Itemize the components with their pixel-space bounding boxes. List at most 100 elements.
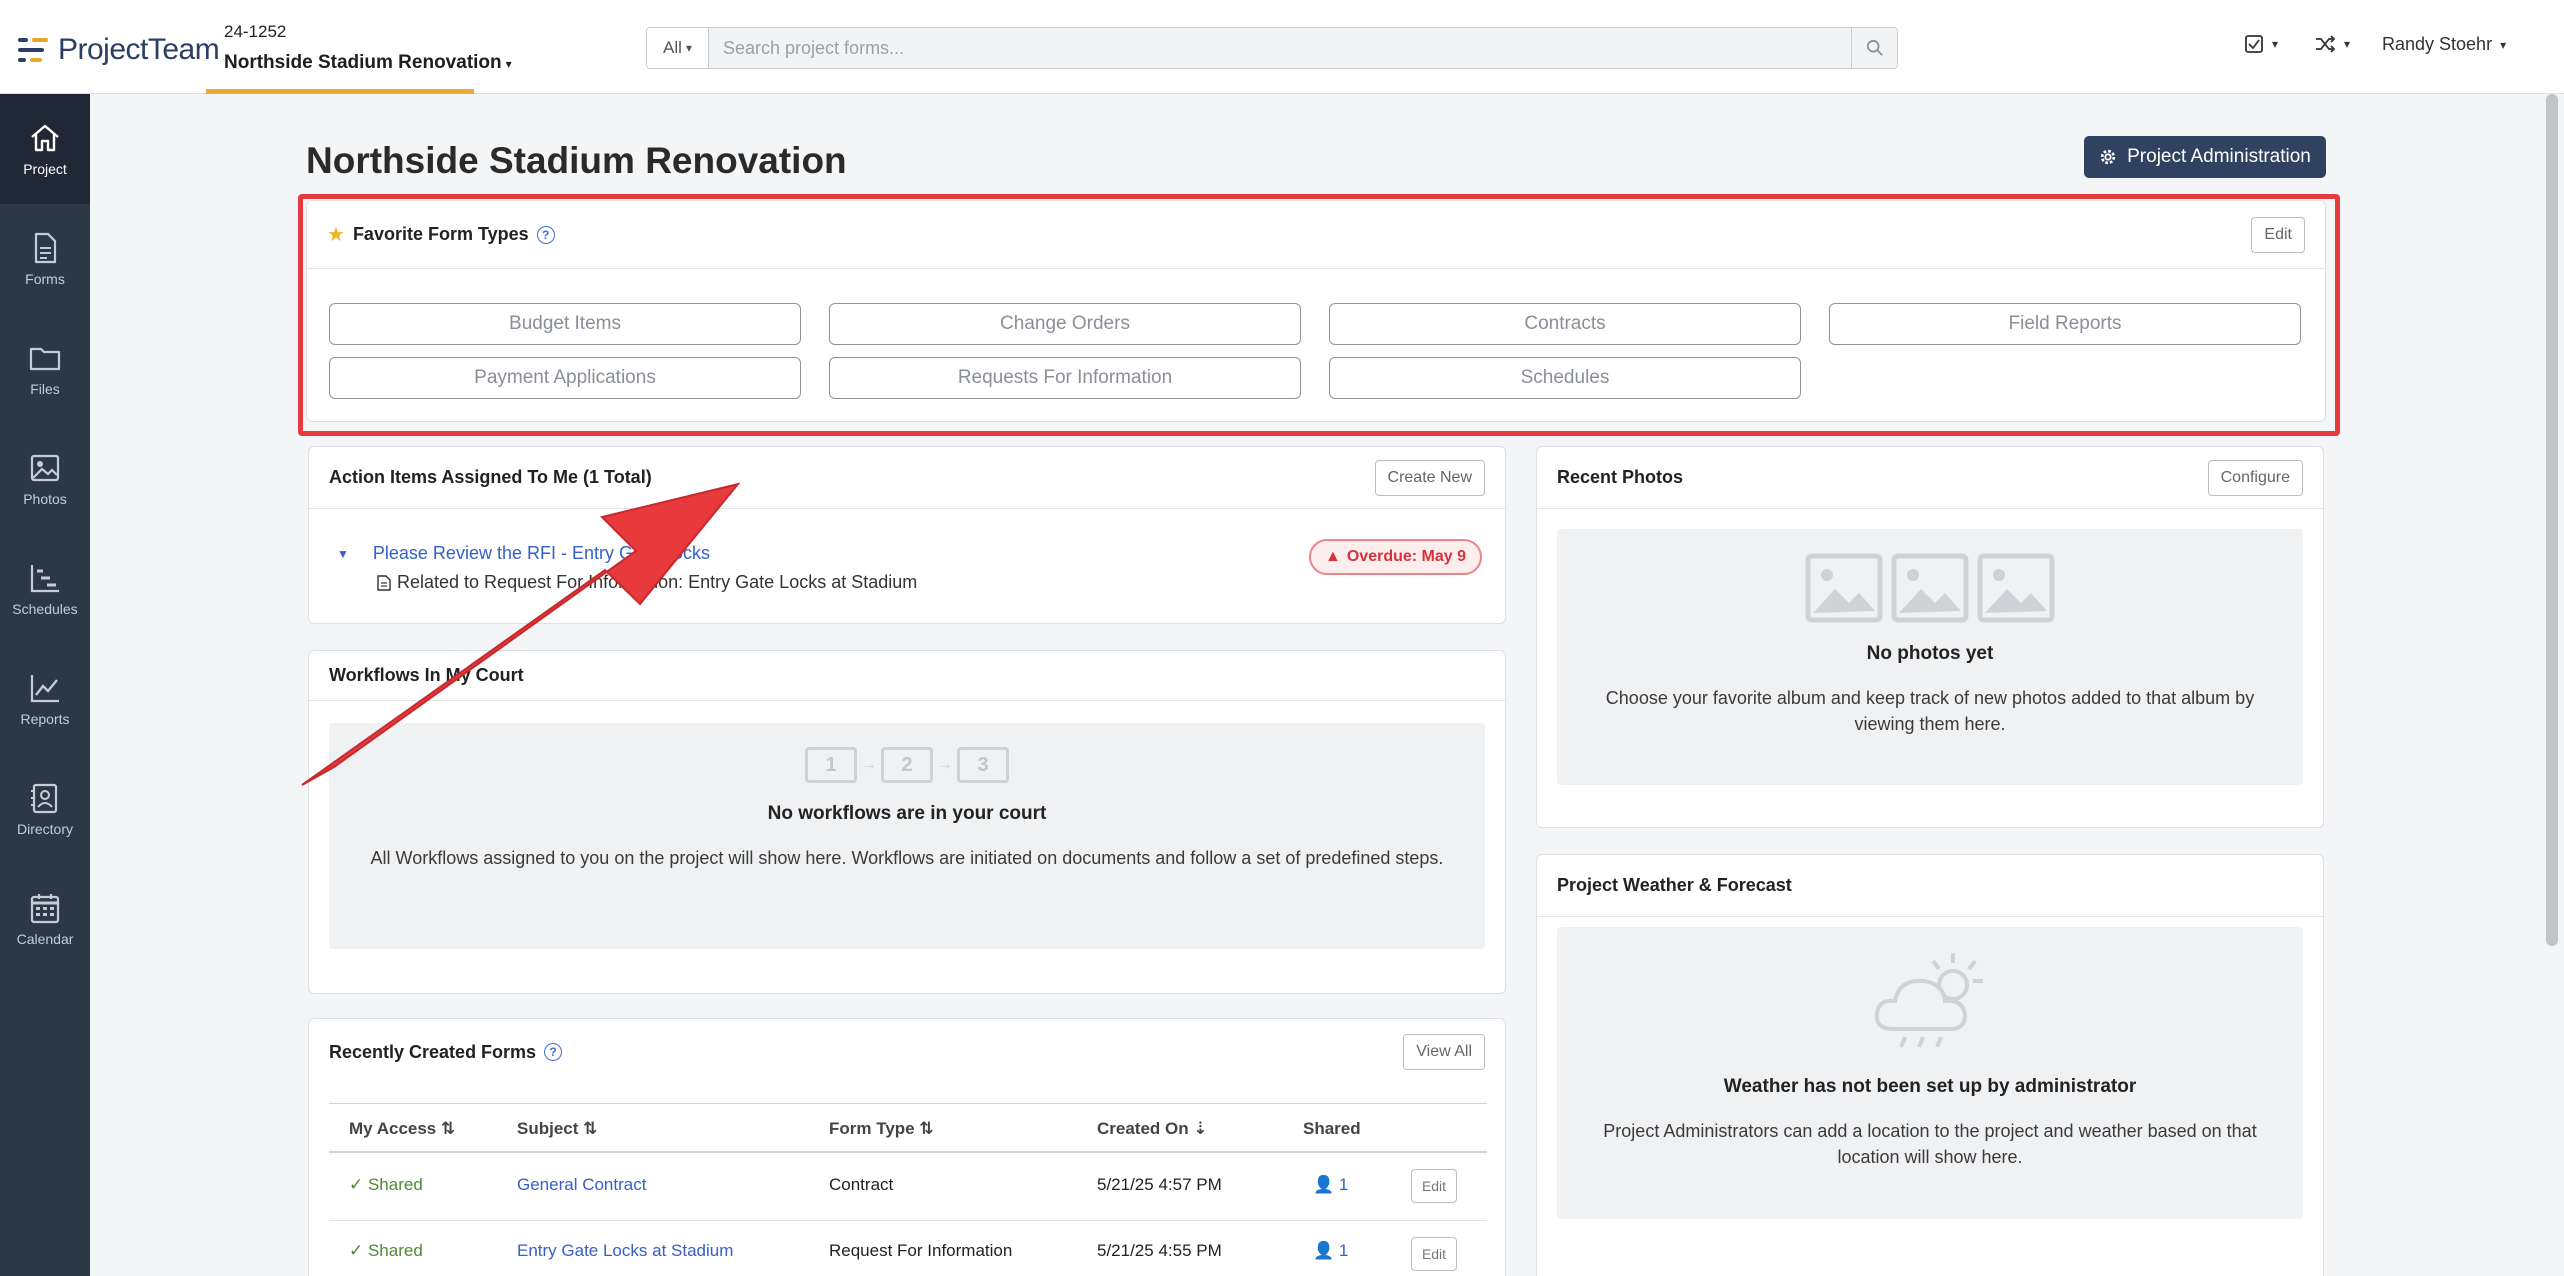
created-on-cell: 5/21/25 4:55 PM: [1097, 1241, 1222, 1260]
subject-link[interactable]: General Contract: [517, 1175, 646, 1195]
user-icon: 👤: [1313, 1175, 1335, 1194]
subject-link[interactable]: Entry Gate Locks at Stadium: [517, 1241, 733, 1261]
created-on-cell: 5/21/25 4:57 PM: [1097, 1175, 1222, 1194]
action-item-related: Related to Request For Information: Entr…: [377, 572, 917, 593]
form-type-cell: Request For Information: [829, 1241, 1013, 1260]
workflows-empty-text: All Workflows assigned to you on the pro…: [370, 848, 1444, 868]
project-switch-menu[interactable]: ▾: [2314, 34, 2350, 54]
recent-forms-card: Recently Created Forms ? View All My Acc…: [308, 1018, 1506, 1276]
sidebar-item-label: Directory: [16, 821, 73, 837]
workflows-empty-state: 1 → 2 → 3 No workflows are in your court…: [329, 723, 1485, 949]
app-logo[interactable]: ProjectTeam: [18, 30, 220, 70]
search-scope-dropdown[interactable]: All ▾: [647, 28, 709, 68]
folder-icon: [29, 347, 61, 371]
weather-empty-text: Project Administrators can add a locatio…: [1603, 1121, 2257, 1167]
highlight-box: [298, 194, 2340, 436]
action-item: ▼ Please Review the RFI - Entry Gate Loc…: [337, 543, 917, 593]
photos-empty-state: No photos yet Choose your favorite album…: [1557, 529, 2303, 785]
overdue-badge: ▲ Overdue: May 9: [1309, 539, 1482, 575]
search-input[interactable]: [709, 28, 1851, 68]
action-items-title: Action Items Assigned To Me (1 Total): [329, 467, 652, 487]
column-header-shared: Shared: [1303, 1119, 1361, 1138]
page-title: Northside Stadium Renovation: [306, 140, 847, 181]
page-scrollbar[interactable]: [2546, 94, 2558, 946]
form-type-cell: Contract: [829, 1175, 894, 1194]
photos-empty-text: Choose your favorite album and keep trac…: [1605, 688, 2255, 734]
column-header-form-type[interactable]: Form Type ⇅: [829, 1119, 934, 1139]
sidebar-item-label: Files: [30, 381, 60, 397]
edit-row-button[interactable]: Edit: [1411, 1169, 1457, 1203]
table-row: ✓ Shared Entry Gate Locks at Stadium Req…: [329, 1221, 1487, 1276]
help-icon[interactable]: ?: [544, 1043, 563, 1061]
edit-row-button[interactable]: Edit: [1411, 1237, 1457, 1271]
sidebar-item-label: Calendar: [16, 931, 74, 947]
caret-down-icon: ▾: [685, 41, 692, 55]
view-all-button[interactable]: View All: [1403, 1034, 1485, 1070]
sidebar-item-forms[interactable]: Forms: [0, 204, 90, 314]
sidebar-item-calendar[interactable]: Calendar: [0, 864, 90, 974]
recent-photos-card: Recent Photos Configure No photos yet Ch…: [1536, 446, 2324, 828]
weather-empty-state: Weather has not been set up by administr…: [1557, 927, 2303, 1219]
contact-icon: [31, 783, 58, 814]
caret-down-icon: ▾: [2344, 37, 2351, 51]
table-row: ✓ Shared General Contract Contract 5/21/…: [329, 1153, 1487, 1221]
caret-down-icon[interactable]: ▼: [337, 547, 349, 561]
weather-card: Project Weather & Forecast Weather has n…: [1536, 854, 2324, 1276]
workflows-empty-title: No workflows are in your court: [767, 803, 1047, 824]
brand-name: ProjectTeam: [58, 33, 220, 66]
tasks-menu[interactable]: ▾: [2244, 34, 2278, 54]
sidebar-item-photos[interactable]: Photos: [0, 424, 90, 534]
shuffle-icon: [2316, 35, 2336, 53]
sidebar-item-files[interactable]: Files: [0, 314, 90, 424]
configure-button[interactable]: Configure: [2207, 459, 2303, 496]
gear-icon: [2100, 149, 2116, 165]
user-name: Randy Stoehr: [2382, 34, 2493, 54]
logo-icon: [18, 36, 48, 64]
project-administration-button[interactable]: Project Administration: [2084, 136, 2326, 178]
column-header-created-on[interactable]: Created On ⇣: [1097, 1119, 1208, 1139]
caret-down-icon: ▾: [2500, 37, 2507, 52]
action-items-card: Action Items Assigned To Me (1 Total) Cr…: [308, 446, 1506, 624]
user-icon: 👤: [1313, 1241, 1335, 1260]
column-header-subject[interactable]: Subject ⇅: [517, 1119, 597, 1139]
shared-users-link[interactable]: 👤 1: [1313, 1175, 1348, 1195]
project-name: Northside Stadium Renovation ▾: [224, 52, 512, 73]
project-switcher[interactable]: 24-1252 Northside Stadium Renovation ▾: [206, 0, 512, 94]
checkbox-icon: [2245, 35, 2263, 53]
photos-empty-title: No photos yet: [1866, 643, 1994, 664]
sidebar-item-label: Reports: [20, 711, 70, 727]
shared-users-link[interactable]: 👤 1: [1313, 1241, 1348, 1261]
project-code: 24-1252: [224, 22, 287, 41]
access-cell: ✓ Shared: [349, 1241, 423, 1260]
create-new-button[interactable]: Create New: [1374, 459, 1485, 496]
workflows-card: Workflows In My Court 1 → 2 → 3 No workf…: [308, 650, 1506, 994]
access-cell: ✓ Shared: [349, 1175, 423, 1194]
weather-empty-title: Weather has not been set up by administr…: [1723, 1076, 2137, 1097]
sidebar-item-directory[interactable]: Directory: [0, 754, 90, 864]
image-icon: [30, 454, 60, 482]
gantt-icon: [30, 565, 59, 593]
workflow-steps-icon: 1 → 2 → 3: [329, 747, 1485, 783]
recent-forms-title: Recently Created Forms ?: [329, 1042, 563, 1063]
sidebar-item-reports[interactable]: Reports: [0, 644, 90, 754]
table-header: My Access ⇅ Subject ⇅ Form Type ⇅ Create…: [329, 1103, 1487, 1153]
sidebar-item-label: Project: [23, 161, 67, 177]
action-item-link[interactable]: Please Review the RFI - Entry Gate Locks: [373, 543, 710, 564]
caret-down-icon: ▾: [2272, 37, 2279, 51]
user-menu[interactable]: Randy Stoehr ▾: [2382, 34, 2506, 55]
sidebar-item-schedules[interactable]: Schedules: [0, 534, 90, 644]
chart-icon: [30, 675, 59, 703]
caret-down-icon: ▾: [505, 57, 512, 71]
sidebar: Project Forms Files Photos Schedules Rep…: [0, 94, 90, 1276]
search-button[interactable]: [1851, 28, 1897, 68]
home-icon: [31, 124, 59, 152]
search-bar: All ▾: [646, 27, 1898, 69]
sidebar-item-project[interactable]: Project: [0, 94, 90, 204]
top-bar: ProjectTeam 24-1252 Northside Stadium Re…: [0, 0, 2564, 94]
workflows-title: Workflows In My Court: [329, 665, 524, 685]
column-header-access[interactable]: My Access ⇅: [349, 1119, 455, 1139]
sidebar-item-label: Schedules: [12, 601, 78, 617]
photo-placeholder-icon: [1557, 553, 2303, 623]
weather-cloud-icon: [1874, 953, 1983, 1048]
sidebar-item-label: Photos: [23, 491, 67, 507]
